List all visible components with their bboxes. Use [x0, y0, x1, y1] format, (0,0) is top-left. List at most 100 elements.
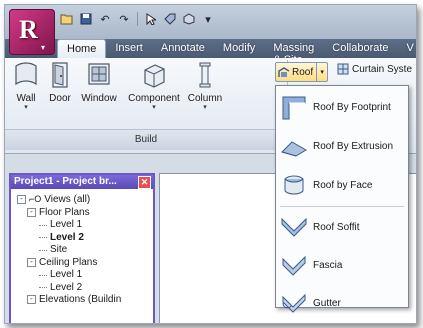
column-button[interactable]: Column ▾ [185, 60, 225, 111]
browser-tree-label: Ceiling Plans [39, 256, 98, 268]
close-icon[interactable]: ✕ [138, 176, 151, 189]
chevron-down-icon[interactable]: ▾ [316, 63, 327, 81]
column-button-label: Column [187, 93, 223, 104]
browser-tree-label: Elevations (Buildin [39, 294, 122, 305]
roof-button-label: Roof [292, 66, 314, 78]
revit-logo: R [19, 15, 38, 44]
undo-icon[interactable]: ↶ [97, 11, 113, 27]
menu-item-label: Fascia [313, 259, 343, 271]
collapse-toggle-icon[interactable]: - [27, 207, 36, 217]
tree-connector [39, 269, 47, 276]
gutter-icon [282, 293, 306, 313]
application-menu-button[interactable]: R ▾ [9, 9, 55, 55]
roof-button[interactable]: Roof [276, 67, 316, 78]
chevron-down-icon: ▾ [24, 104, 28, 111]
dropdown-icon[interactable]: ▾ [200, 11, 216, 27]
browser-tree-item[interactable]: - Elevations (Buildin [27, 293, 121, 306]
door-button-label: Door [49, 93, 71, 104]
curtain-system-label: Curtain Syste [352, 63, 413, 75]
toolbar-separator [137, 12, 138, 26]
3d-icon[interactable] [181, 11, 197, 27]
door-button[interactable]: Door [43, 60, 77, 104]
browser-tree-item[interactable]: Level 2 [39, 281, 82, 294]
roof-dropdown-menu: Roof By Footprint Roof By Extrusion Roof… [275, 85, 409, 313]
chevron-down-icon: ▾ [41, 43, 46, 52]
menu-item-roof-soffit[interactable]: Roof Soffit [278, 210, 406, 244]
menu-item-roof-by-face[interactable]: Roof by Face [278, 168, 406, 202]
browser-tree-label: Views (all) [44, 194, 91, 205]
tree-connector [39, 281, 47, 288]
component-icon [144, 64, 165, 88]
chevron-down-icon: ▾ [203, 104, 207, 111]
wall-icon [15, 62, 37, 86]
collapse-toggle-icon[interactable]: - [17, 195, 26, 204]
project-browser-title-text: Project1 - Project br... [14, 176, 117, 187]
chevron-down-icon: ▾ [152, 104, 156, 111]
door-icon [52, 62, 68, 88]
menu-item-label: Roof By Extrusion [313, 140, 394, 152]
window-button[interactable]: Window [79, 60, 119, 104]
column-icon [199, 62, 211, 88]
menu-item-label: Roof Soffit [313, 221, 360, 233]
browser-tree-item[interactable]: Site [39, 243, 67, 256]
menu-item-label: Gutter [313, 297, 341, 309]
roof-icon [278, 66, 290, 77]
quick-access-toolbar: ↶ ↷ ▾ [59, 9, 216, 29]
browser-tree-label: Level 2 [50, 231, 84, 243]
wall-button[interactable]: Wall ▾ [9, 60, 43, 111]
save-icon[interactable] [78, 11, 94, 27]
redo-icon[interactable]: ↷ [116, 11, 132, 27]
menu-item-label: Roof By Footprint [313, 101, 391, 113]
browser-tree-item[interactable]: Level 2 [39, 231, 84, 244]
menu-item-gutter[interactable]: Gutter [278, 286, 406, 320]
menu-item-roof-by-extrusion[interactable]: Roof By Extrusion [278, 129, 406, 163]
browser-tree-item[interactable]: - Floor Plans [27, 206, 90, 219]
ribbon-tabs: Home Insert Annotate Modify Massing & Si… [57, 39, 416, 66]
project-browser-title: Project1 - Project br... ✕ [11, 175, 153, 189]
collapse-toggle-icon[interactable]: - [27, 295, 36, 304]
collapse-toggle-icon[interactable]: - [27, 257, 36, 267]
fascia-icon [282, 255, 306, 276]
window-button-label: Window [81, 93, 117, 104]
wall-button-label: Wall [16, 93, 36, 104]
tree-connector [39, 231, 47, 238]
browser-tree-item[interactable]: - Ceiling Plans [27, 256, 97, 269]
menu-item-label: Roof by Face [313, 179, 373, 191]
roof-split-button[interactable]: Roof ▾ [275, 62, 329, 82]
open-icon[interactable] [59, 11, 75, 27]
menu-item-fascia[interactable]: Fascia [278, 248, 406, 282]
tab-home[interactable]: Home [57, 39, 107, 59]
tab-modify[interactable]: Modify [214, 39, 264, 58]
browser-tree-item[interactable]: Level 1 [39, 218, 82, 231]
project-browser: Project1 - Project br... ✕ - ⌐O Views (all… [9, 173, 155, 323]
curtain-system-button[interactable]: Curtain Syste [337, 63, 412, 75]
browser-tree-item[interactable]: Level 1 [39, 268, 82, 281]
tab-view[interactable]: V [398, 39, 416, 58]
roof-by-face-icon [284, 175, 304, 195]
roof-by-footprint-icon [282, 96, 306, 120]
roof-soffit-icon [281, 217, 307, 237]
menu-separator [280, 206, 404, 207]
browser-tree-label: Level 1 [50, 219, 83, 230]
browser-tree-label: Level 2 [50, 281, 83, 293]
roof-by-extrusion-icon [281, 141, 307, 157]
component-button[interactable]: Component ▾ [125, 60, 183, 111]
browser-tree-label: Floor Plans [39, 206, 90, 218]
component-button-label: Component [128, 93, 180, 104]
window-icon [88, 63, 110, 85]
views-icon: ⌐O [29, 194, 42, 204]
revit-window: R ▾ ↶ ↷ ▾ Home Insert Annotate Modify Ma… [4, 4, 417, 324]
build-panel-label: Build [5, 129, 287, 150]
browser-tree-item[interactable]: - ⌐O Views (all) [17, 193, 90, 206]
tag-icon[interactable] [162, 11, 178, 27]
tab-collaborate[interactable]: Collaborate [323, 39, 397, 58]
tree-connector [39, 219, 47, 226]
tab-massing-site[interactable]: Massing & Site [264, 39, 323, 66]
tab-annotate[interactable]: Annotate [152, 39, 214, 58]
tree-connector [39, 244, 47, 251]
browser-tree-label: Level 1 [50, 269, 83, 280]
tab-insert[interactable]: Insert [106, 39, 152, 58]
curtain-system-icon [337, 63, 349, 75]
menu-item-roof-by-footprint[interactable]: Roof By Footprint [278, 90, 406, 124]
select-icon[interactable] [143, 11, 159, 27]
